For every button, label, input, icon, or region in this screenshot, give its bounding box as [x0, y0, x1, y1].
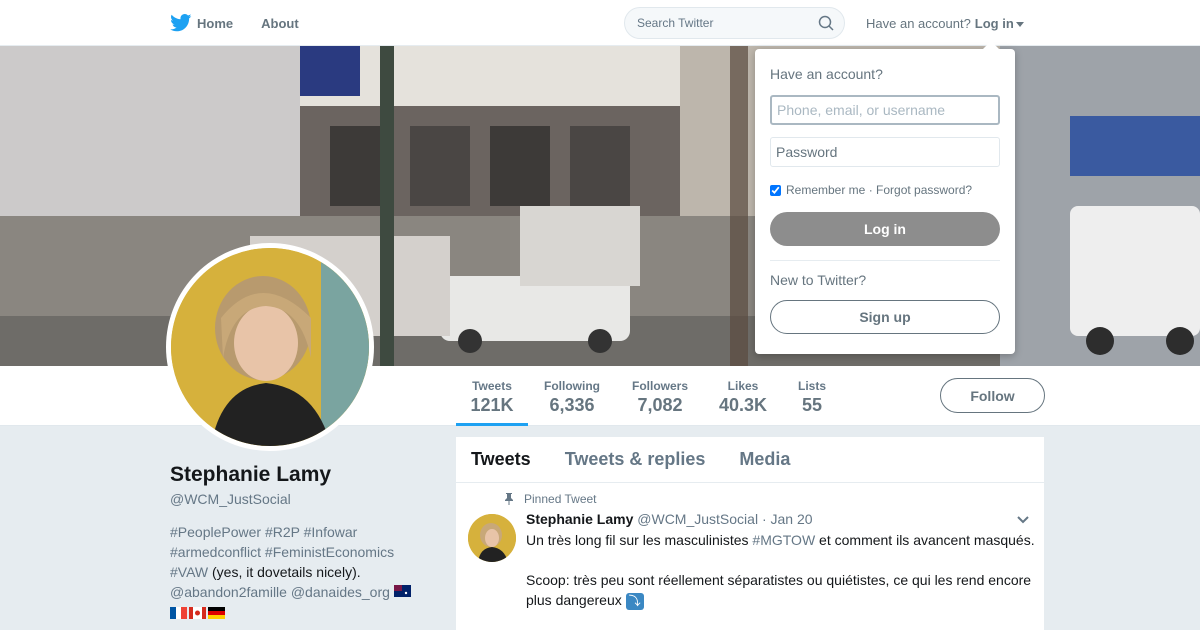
account-prompt: Have an account? [866, 15, 971, 31]
flag-australia-icon [393, 585, 411, 597]
avatar-photo [171, 248, 369, 446]
bio-text: (yes, it dovetails nicely). [208, 564, 361, 580]
nav-about[interactable]: About [261, 16, 299, 31]
top-navigation: Home About Have an account? Log in [0, 0, 1200, 46]
dropdown-title: Have an account? [770, 66, 883, 82]
username-field[interactable] [770, 95, 1000, 125]
bio-hashtags[interactable]: #armedconflict #FeministEconomics [170, 544, 394, 560]
account-area: Have an account? Log in [866, 0, 1024, 46]
signup-button[interactable]: Sign up [770, 300, 1000, 334]
profile-bio: #PeoplePower #R2P #Infowar #armedconflic… [170, 522, 430, 622]
tab-tweets[interactable]: Tweets [471, 449, 531, 470]
nav-left: Home About [170, 0, 327, 46]
pinned-tweet-context: Pinned Tweet [504, 492, 597, 506]
pin-icon [505, 493, 513, 505]
stat-tweets[interactable]: Tweets 121K [456, 366, 528, 426]
twitter-bird-icon [170, 14, 192, 32]
avatar[interactable] [166, 243, 374, 451]
tweet-date[interactable]: · Jan 20 [762, 511, 813, 527]
remember-me-label[interactable]: Remember me · Forgot password? [786, 183, 972, 197]
stat-label: Lists [797, 379, 826, 393]
stat-label: Tweets [472, 379, 512, 393]
tab-media[interactable]: Media [739, 449, 790, 470]
bio-mentions[interactable]: @abandon2famille @danaides_org [170, 584, 390, 600]
password-field[interactable] [770, 137, 1000, 167]
search-icon[interactable] [818, 15, 834, 31]
search-input[interactable] [625, 8, 805, 38]
stat-followers[interactable]: Followers 7,082 [626, 366, 694, 426]
stat-lists[interactable]: Lists 55 [792, 366, 832, 426]
search-box [624, 7, 845, 39]
stat-value: 55 [801, 395, 823, 415]
flag-canada-icon [189, 607, 206, 620]
pinned-label: Pinned Tweet [524, 492, 597, 506]
remember-me-row: Remember me · Forgot password? [770, 183, 972, 197]
timeline: Tweets Tweets & replies Media Pinned Twe… [456, 437, 1044, 630]
tweet-avatar[interactable] [468, 514, 516, 562]
stat-likes[interactable]: Likes 40.3K [714, 366, 772, 426]
login-button[interactable]: Log in [770, 212, 1000, 246]
chevron-down-icon[interactable] [1016, 515, 1030, 525]
tweet-text: Un très long fil sur les masculinistes #… [526, 530, 1036, 610]
new-to-twitter-label: New to Twitter? [770, 272, 867, 288]
tweet-author-handle[interactable]: @WCM_JustSocial [637, 511, 758, 527]
bio-hashtags[interactable]: #PeoplePower #R2P #Infowar [170, 524, 357, 540]
login-link[interactable]: Log in [975, 16, 1014, 31]
follow-button[interactable]: Follow [940, 378, 1045, 413]
tweet-text-part: Un très long fil sur les masculinistes [526, 532, 753, 548]
tweet-text-part: et comment ils avancent masqués. [815, 532, 1035, 548]
stat-label: Followers [631, 379, 688, 393]
flag-germany-icon [208, 607, 225, 620]
profile-name[interactable]: Stephanie Lamy [170, 463, 331, 487]
flag-france-icon [170, 607, 187, 620]
timeline-tabs: Tweets Tweets & replies Media [456, 437, 1044, 483]
stat-following[interactable]: Following 6,336 [538, 366, 606, 426]
stat-value: 40.3K [718, 395, 768, 415]
profile-handle[interactable]: @WCM_JustSocial [170, 491, 291, 507]
login-dropdown: Have an account? Remember me · Forgot pa… [755, 41, 1015, 354]
stat-value: 121K [470, 395, 514, 415]
tweet-hashtag[interactable]: #MGTOW [752, 532, 815, 548]
dropdown-divider [770, 260, 1000, 261]
arrow-down-emoji-icon: ⤵ [625, 592, 644, 610]
bio-hashtag-vaw[interactable]: #VAW [170, 564, 208, 580]
stat-value: 6,336 [549, 395, 595, 415]
stat-label: Following [544, 379, 600, 393]
stat-value: 7,082 [637, 395, 683, 415]
caret-down-icon[interactable] [1015, 21, 1024, 27]
nav-home[interactable]: Home [170, 14, 233, 32]
stat-label: Likes [727, 379, 759, 393]
tweet-text-part: Scoop: très peu sont réellement séparati… [526, 572, 1032, 608]
remember-me-checkbox[interactable] [770, 184, 781, 196]
bio-flags [170, 607, 225, 620]
tweet-header: Stephanie Lamy @WCM_JustSocial · Jan 20 [526, 511, 813, 527]
tweet-author-name[interactable]: Stephanie Lamy [526, 511, 633, 527]
nav-home-label: Home [197, 15, 234, 31]
tab-tweets-replies[interactable]: Tweets & replies [565, 449, 706, 470]
